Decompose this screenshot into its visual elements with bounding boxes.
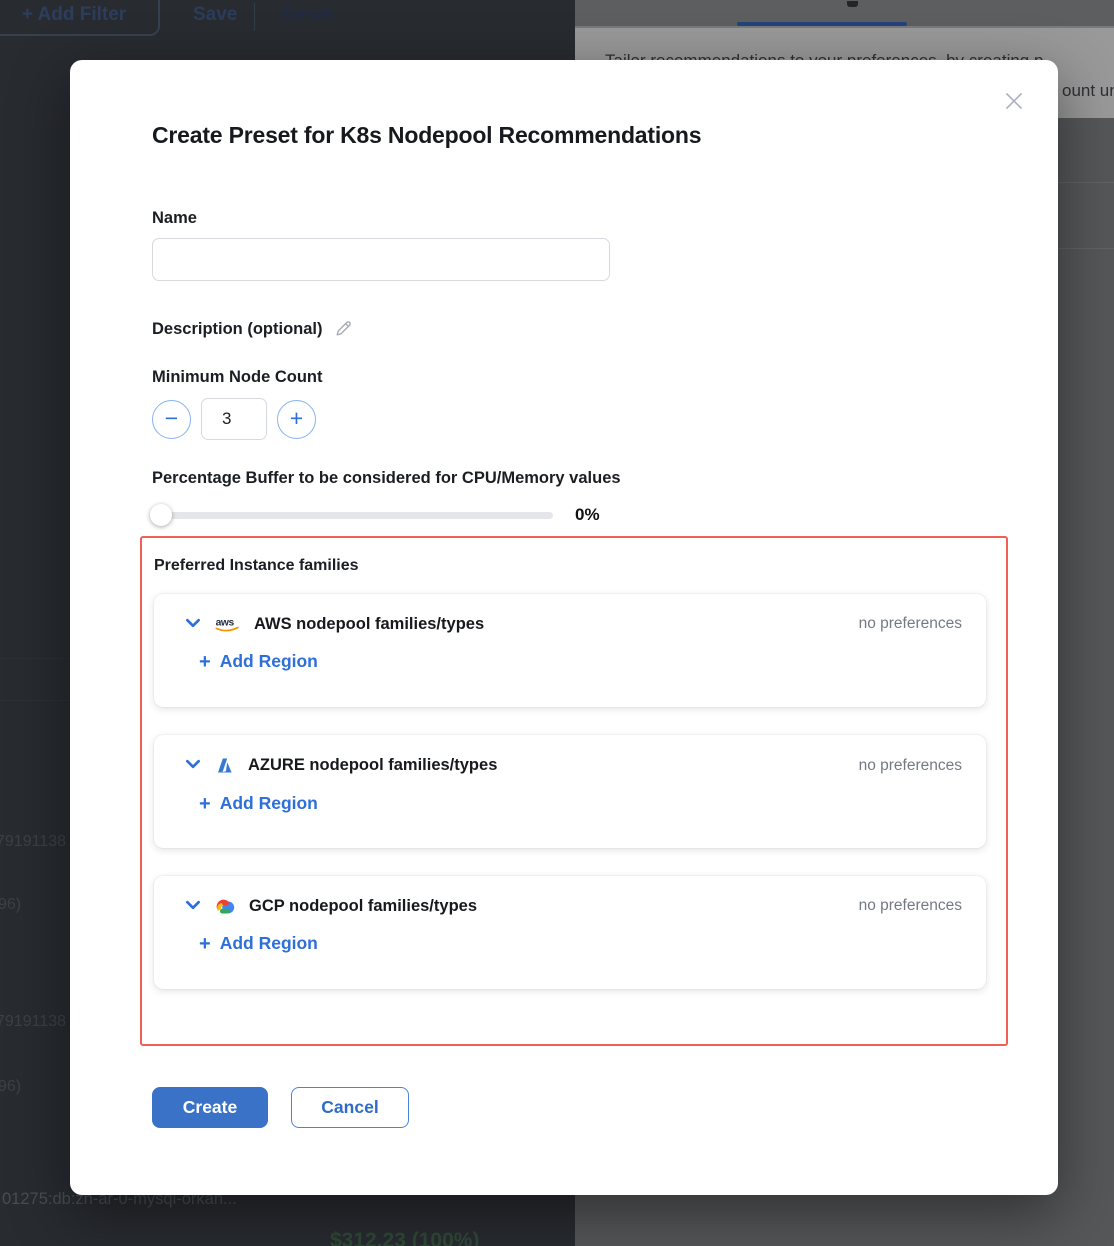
min-node-count-label: Minimum Node Count: [152, 366, 978, 388]
cancel-button[interactable]: Cancel: [291, 1087, 409, 1128]
description-label: Description (optional): [152, 318, 323, 340]
provider-card-gcp: GCP nodepool families/types no preferenc…: [154, 876, 986, 989]
buffer-label: Percentage Buffer to be considered for C…: [152, 467, 978, 489]
minus-icon: −: [165, 407, 178, 430]
provider-label: AWS nodepool families/types: [254, 615, 484, 634]
collapse-toggle[interactable]: [183, 614, 203, 634]
slider-value: 0%: [575, 505, 600, 525]
plus-icon: +: [199, 794, 211, 814]
chevron-down-icon: [184, 755, 202, 776]
slider-thumb[interactable]: [150, 504, 172, 526]
provider-status: no preferences: [859, 615, 962, 633]
provider-status: no preferences: [859, 757, 962, 775]
add-region-button[interactable]: + Add Region: [199, 933, 318, 954]
increment-button[interactable]: +: [277, 400, 316, 439]
add-region-label: Add Region: [220, 651, 318, 672]
add-region-button[interactable]: + Add Region: [199, 793, 318, 814]
provider-label: GCP nodepool families/types: [249, 897, 477, 916]
add-region-label: Add Region: [220, 793, 318, 814]
collapse-toggle[interactable]: [183, 756, 203, 776]
create-preset-modal: Create Preset for K8s Nodepool Recommend…: [70, 60, 1058, 1195]
add-region-button[interactable]: + Add Region: [199, 651, 318, 672]
preferred-families-section: Preferred Instance families aws: [140, 536, 1008, 1046]
provider-label: AZURE nodepool families/types: [248, 756, 497, 775]
plus-icon: +: [199, 652, 211, 672]
buffer-slider: 0%: [152, 503, 978, 527]
slider-track[interactable]: [152, 512, 553, 519]
aws-logo-icon: aws: [214, 615, 241, 633]
provider-card-aws: aws AWS nodepool families/types no prefe…: [154, 594, 986, 707]
provider-card-azure: AZURE nodepool families/types no prefere…: [154, 735, 986, 848]
node-count-input[interactable]: [201, 398, 267, 440]
node-count-stepper: − +: [152, 398, 978, 440]
chevron-down-icon: [184, 896, 202, 917]
decrement-button[interactable]: −: [152, 400, 191, 439]
azure-logo-icon: [214, 755, 235, 776]
plus-icon: +: [290, 407, 303, 430]
create-button[interactable]: Create: [152, 1087, 268, 1128]
preferred-families-label: Preferred Instance families: [154, 555, 986, 577]
name-input[interactable]: [152, 238, 610, 281]
svg-text:aws: aws: [216, 618, 235, 629]
name-label: Name: [152, 207, 978, 229]
gcp-logo-icon: [214, 897, 236, 916]
add-region-label: Add Region: [220, 933, 318, 954]
provider-status: no preferences: [859, 897, 962, 915]
edit-pencil-icon[interactable]: [333, 319, 353, 339]
chevron-down-icon: [184, 614, 202, 635]
plus-icon: +: [199, 934, 211, 954]
collapse-toggle[interactable]: [183, 896, 203, 916]
modal-title: Create Preset for K8s Nodepool Recommend…: [152, 121, 978, 149]
